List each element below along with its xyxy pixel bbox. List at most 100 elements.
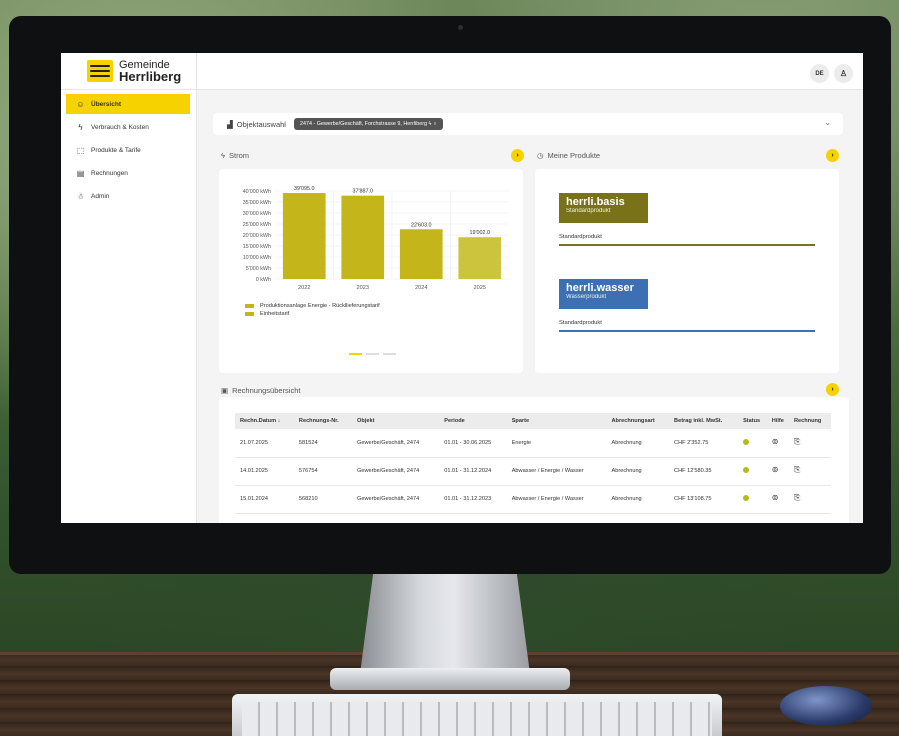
- column-header[interactable]: Rechn.Datum ↓: [235, 413, 294, 429]
- table-cell: 21.07.2025: [235, 429, 294, 458]
- produkte-header: ◷ Meine Produkte: [537, 151, 600, 160]
- product-basis[interactable]: herrli.basis Standardprodukt Standardpro…: [559, 193, 815, 246]
- table-cell: 581524: [293, 429, 353, 458]
- sidebar-item-3[interactable]: ▤ Rechnungen: [66, 163, 190, 183]
- logo[interactable]: Gemeinde Herrliberg: [61, 53, 196, 90]
- strom-go-button[interactable]: ›: [511, 149, 524, 162]
- table-cell: Gewerbe/Geschäft, 2474: [352, 485, 440, 514]
- user-icon[interactable]: ♙: [834, 64, 853, 83]
- status-ok-icon: [743, 494, 750, 501]
- rechnungen-title: Rechnungsübersicht: [232, 386, 301, 395]
- pager-dot[interactable]: [383, 353, 396, 355]
- download-cell[interactable]: ⎘: [788, 457, 831, 486]
- table-cell: Abrechnung: [606, 457, 670, 486]
- sidebar-item-4[interactable]: ☃ Admin: [66, 186, 190, 206]
- cube-icon: ⬚: [76, 145, 85, 155]
- status-cell: [738, 485, 767, 514]
- document-icon[interactable]: ⎘: [794, 465, 800, 474]
- product-wasser[interactable]: herrli.wasser Wasserprodukt Standardprod…: [559, 279, 815, 332]
- table-row: 14.01.2025 576754 Gewerbe/Geschäft, 2474 01…: [235, 457, 831, 486]
- bar-2023[interactable]: [341, 195, 385, 279]
- y-tick-label: 10'000 kWh: [243, 255, 271, 261]
- help-cell[interactable]: ⊚: [766, 457, 789, 486]
- sidebar-item-label: Verbrauch & Kosten: [91, 123, 149, 131]
- sidebar-item-0[interactable]: ☺ Übersicht: [66, 94, 190, 114]
- pager-dot-active[interactable]: [349, 353, 362, 355]
- table-header-row: Rechn.Datum ↓ Rechnungs-Nr. Objekt Periode S…: [235, 413, 831, 429]
- chart-pager[interactable]: [349, 353, 396, 355]
- help-cell[interactable]: ⊚: [766, 429, 789, 458]
- table-cell: Abwasser / Energie / Wasser: [506, 485, 607, 514]
- monitor-stand-base: [330, 668, 570, 690]
- download-cell[interactable]: ⎘: [788, 429, 831, 458]
- legend-label: Einheitstarif: [260, 311, 290, 317]
- legend-item-2: Einheitstarif: [245, 311, 289, 317]
- product-sub: Wasserprodukt: [566, 294, 607, 300]
- home-icon: ☺: [76, 99, 85, 109]
- y-tick-label: 30'000 kWh: [243, 211, 271, 217]
- legend-item-1: Produktionsanlage Energie - Rückllieferu…: [245, 303, 380, 309]
- document-icon[interactable]: ⎘: [794, 493, 800, 502]
- y-tick-label: 40'000 kWh: [243, 189, 271, 195]
- logo-mark-icon: [87, 60, 113, 82]
- download-cell[interactable]: ⎘: [788, 485, 831, 514]
- status-ok-icon: [743, 466, 750, 473]
- chevron-down-icon[interactable]: ⌄: [824, 118, 831, 127]
- rechnungen-go-button[interactable]: ›: [826, 383, 839, 396]
- y-tick-label: 15'000 kWh: [243, 244, 271, 250]
- chart-icon: ▟: [227, 119, 233, 129]
- rechnungen-card: Rechn.Datum ↓ Rechnungs-Nr. Objekt Periode S…: [219, 397, 849, 523]
- table-cell: Abrechnung: [606, 429, 670, 458]
- product-badge: herrli.wasser Wasserprodukt: [559, 279, 648, 309]
- sidebar-item-label: Rechnungen: [91, 169, 128, 177]
- column-header: Rechnungs-Nr.: [293, 413, 353, 429]
- table-cell: Energie: [506, 429, 607, 458]
- strom-header: ϟ Strom: [221, 151, 249, 160]
- logo-line-2: Herrliberg: [119, 69, 182, 84]
- product-name: herrli.wasser: [566, 282, 634, 294]
- monitor-stand: [360, 570, 530, 674]
- help-icon[interactable]: ⊚: [772, 437, 779, 446]
- table-cell: CHF 2'352.75: [669, 429, 739, 458]
- sidebar-item-2[interactable]: ⬚ Produkte & Tarife: [66, 140, 190, 160]
- product-underline: [559, 330, 815, 332]
- table-cell: Gewerbe/Geschäft, 2474: [352, 457, 440, 486]
- bar-2024[interactable]: [399, 229, 443, 279]
- table-cell: Gewerbe/Geschäft, 2474: [352, 429, 440, 458]
- produkte-card: herrli.basis Standardprodukt Standardpro…: [535, 169, 839, 373]
- invoice-icon: ▣: [221, 386, 229, 395]
- sidebar-item-label: Übersicht: [91, 100, 121, 108]
- product-underline: [559, 244, 815, 246]
- help-cell[interactable]: ⊚: [766, 485, 789, 514]
- objekt-select[interactable]: ▟ Objektauswahl 2474 - Gewerbe/Geschäft,…: [213, 113, 843, 135]
- bar-value-label: 37'887.0: [352, 189, 373, 195]
- clock-icon: ◷: [537, 151, 544, 160]
- produkte-go-button[interactable]: ›: [826, 149, 839, 162]
- bar-2022[interactable]: [282, 192, 326, 279]
- topbar: DE ♙: [197, 53, 863, 90]
- table-cell: 576754: [293, 457, 353, 486]
- help-icon[interactable]: ⊚: [772, 465, 779, 474]
- y-tick-label: 5'000 kWh: [246, 266, 271, 272]
- y-tick-label: 0 kWh: [256, 277, 271, 283]
- sidebar-item-1[interactable]: ϟ Verbrauch & Kosten: [66, 117, 190, 137]
- table-cell: 01.01 - 31.12.2024: [439, 457, 507, 486]
- bar-2025[interactable]: [458, 237, 502, 279]
- language-button[interactable]: DE: [810, 64, 829, 83]
- help-icon[interactable]: ⊚: [772, 493, 779, 502]
- document-icon[interactable]: ⎘: [794, 437, 800, 446]
- mouse: [780, 686, 872, 726]
- app-screen: Gemeinde Herrliberg ☺ Übersicht ϟ Verbrauch…: [61, 53, 863, 523]
- product-name: herrli.basis: [566, 196, 625, 208]
- table-cell: Abwasser / Energie / Wasser: [506, 457, 607, 486]
- sidebar-nav: ☺ Übersicht ϟ Verbrauch & Kosten ⬚ Produkte &…: [61, 90, 196, 206]
- status-cell: [738, 429, 767, 458]
- pager-dot[interactable]: [366, 353, 379, 355]
- column-header: Status: [738, 413, 767, 429]
- y-tick-label: 25'000 kWh: [243, 222, 271, 228]
- legend-swatch: [245, 304, 254, 308]
- keyboard: [232, 694, 722, 736]
- x-tick-label: 2023: [357, 285, 369, 291]
- status-cell: [738, 457, 767, 486]
- camera: [458, 25, 463, 30]
